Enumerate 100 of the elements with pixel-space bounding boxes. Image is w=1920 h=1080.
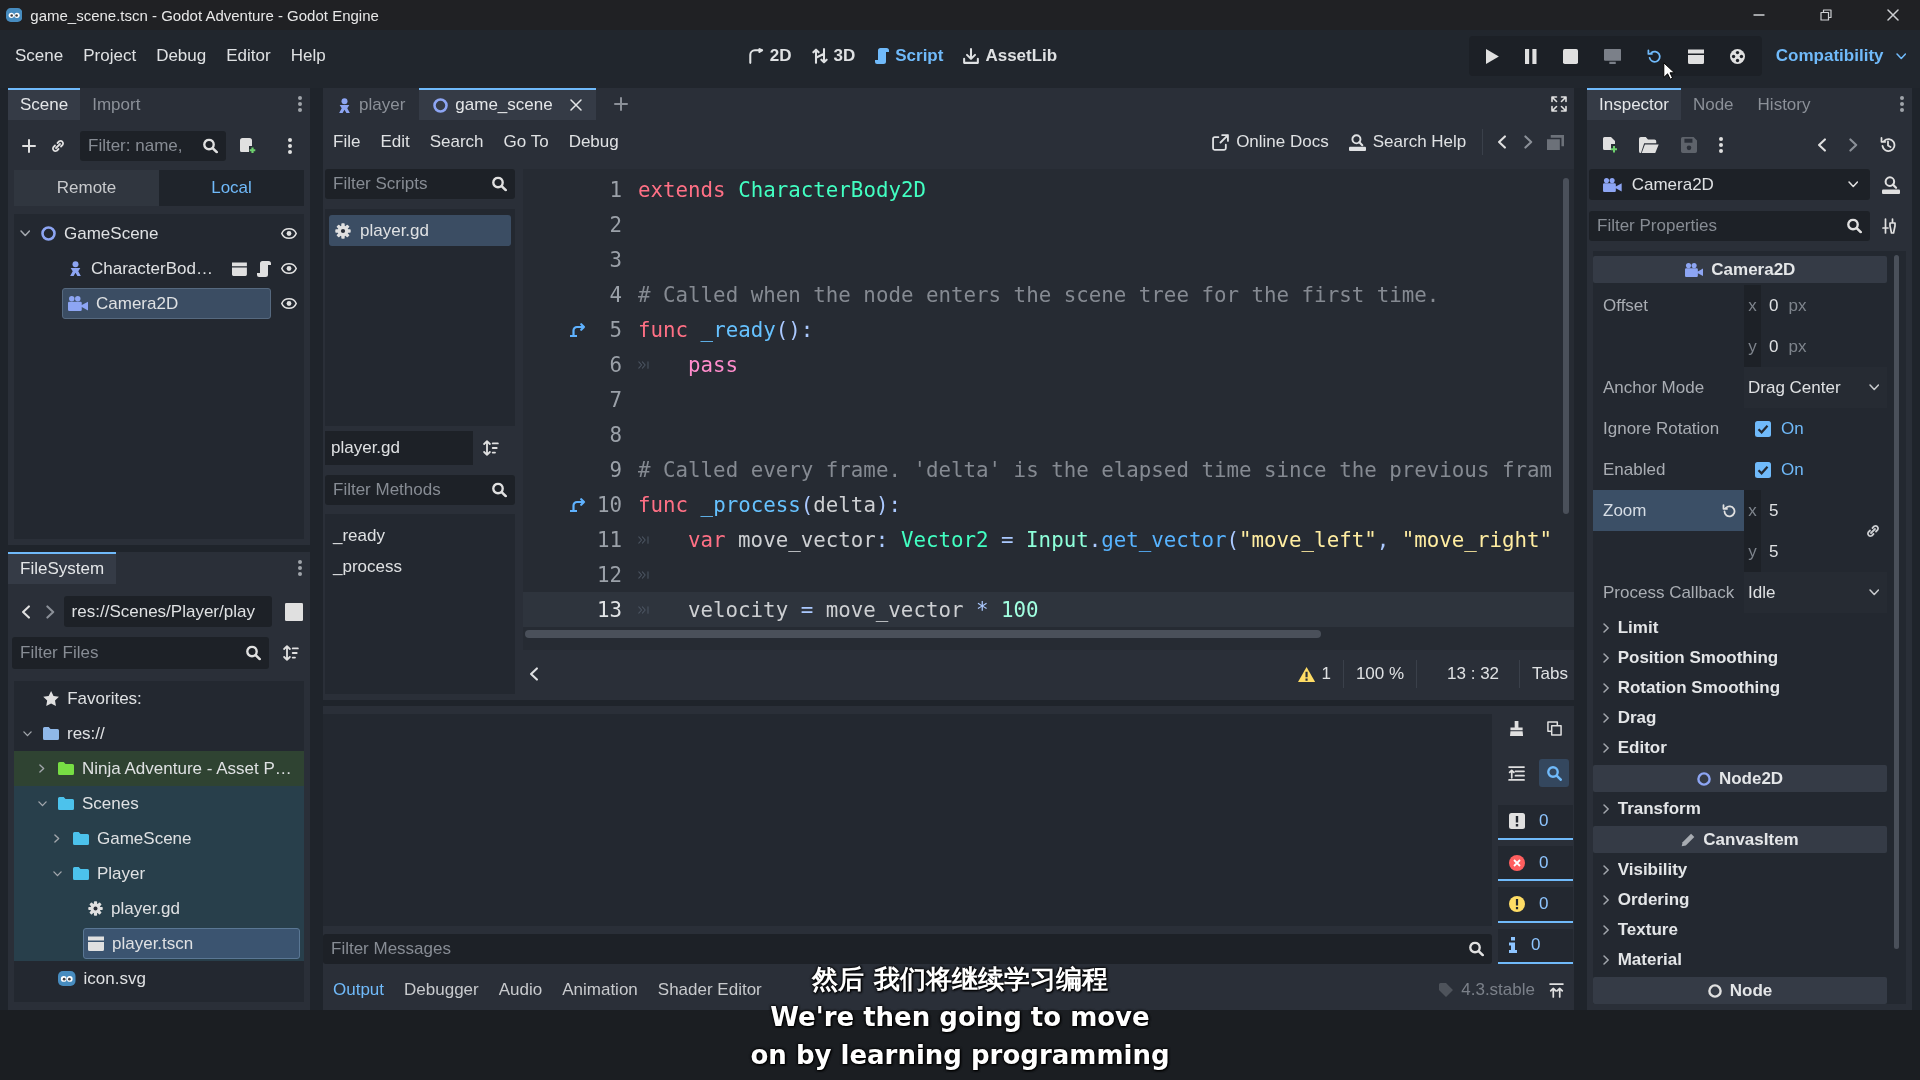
back-icon[interactable] — [1817, 138, 1827, 152]
tree-item[interactable]: player.tscn — [83, 928, 300, 959]
close-icon[interactable] — [569, 99, 582, 111]
panel-tab[interactable]: Audio — [488, 980, 553, 1000]
folder-open-icon[interactable] — [1639, 137, 1659, 153]
bent-arrow-icon[interactable] — [570, 497, 586, 512]
property-group[interactable]: Limit — [1593, 613, 1887, 643]
property-label[interactable]: Ignore Rotation — [1593, 408, 1744, 449]
menu-item[interactable]: Scene — [5, 46, 74, 66]
workspace-tab[interactable]: 3D — [811, 46, 856, 66]
menu-item[interactable]: Edit — [370, 132, 420, 152]
tree-item[interactable]: Favorites: — [38, 683, 300, 714]
toggle-button[interactable]: Remote — [14, 170, 159, 206]
clapperboard-icon[interactable] — [1687, 48, 1704, 64]
restore-icon[interactable] — [1820, 9, 1832, 21]
warnings-button[interactable]: 1 — [1298, 664, 1331, 684]
chevron-down-icon[interactable] — [22, 730, 32, 737]
toggle-button[interactable]: Local — [159, 170, 304, 206]
history-icon[interactable] — [1880, 137, 1896, 153]
kebab-menu-icon[interactable] — [1718, 137, 1723, 153]
property-group[interactable]: Ordering — [1593, 885, 1887, 915]
kebab-menu-icon[interactable] — [298, 96, 302, 112]
panel-tab[interactable]: Debugger — [394, 980, 489, 1000]
warnings-toggle[interactable]: 0 — [1498, 887, 1573, 923]
clapperboard-icon[interactable] — [232, 261, 247, 276]
workspace-tab[interactable]: AssetLib — [963, 46, 1058, 66]
menu-item[interactable]: Editor — [216, 46, 281, 66]
property-label[interactable]: Anchor Mode — [1593, 367, 1744, 408]
dock-tab[interactable]: Inspector — [1587, 88, 1681, 120]
add-tab-icon[interactable] — [613, 97, 628, 111]
eye-icon[interactable] — [281, 228, 297, 239]
reload-icon[interactable] — [1646, 48, 1662, 64]
expand-icon[interactable] — [1551, 96, 1567, 112]
dock-tab[interactable]: Import — [80, 88, 153, 120]
panel-tab[interactable]: Animation — [552, 980, 648, 1000]
kebab-menu-icon[interactable] — [298, 560, 302, 576]
kebab-menu-icon[interactable] — [288, 138, 292, 154]
film-reel-icon[interactable] — [1729, 48, 1745, 64]
property-label[interactable]: Offset — [1593, 285, 1744, 326]
chevron-down-icon[interactable] — [37, 800, 47, 807]
filter-field[interactable]: Filter Messages — [323, 934, 1492, 964]
revert-icon[interactable] — [1722, 503, 1736, 518]
scrollbar[interactable] — [1563, 178, 1569, 514]
dock-tab[interactable]: Scene — [8, 88, 81, 120]
number-field[interactable]: 5 — [1761, 531, 1857, 572]
magnifier-icon[interactable] — [1882, 175, 1900, 194]
property-group[interactable]: Transform — [1593, 794, 1887, 824]
checkbox[interactable]: On — [1744, 449, 1804, 490]
play-icon[interactable] — [1486, 48, 1500, 64]
filter-field[interactable]: Filter Files — [12, 637, 269, 669]
checkbox[interactable]: On — [1744, 408, 1804, 449]
chevron-down-icon[interactable] — [19, 230, 31, 237]
filter-field[interactable]: Filter Properties — [1589, 211, 1870, 241]
tree-item[interactable]: CharacterBod… — [62, 253, 223, 284]
panel-tab[interactable]: Shader Editor — [647, 980, 772, 1000]
property-group[interactable]: Rotation Smoothing — [1593, 673, 1887, 703]
property-group[interactable]: Editor — [1593, 733, 1887, 763]
property-label[interactable]: Process Callback — [1593, 572, 1744, 613]
add-script-icon[interactable] — [240, 138, 256, 154]
menu-item[interactable]: Project — [73, 46, 147, 66]
filter-field[interactable]: Filter Methods — [325, 475, 515, 505]
code-editor[interactable] — [523, 169, 1574, 650]
eye-icon[interactable] — [281, 298, 297, 309]
property-group[interactable]: Texture — [1593, 915, 1887, 945]
square-icon[interactable] — [284, 602, 303, 621]
messages-toggle[interactable]: 0 — [1498, 804, 1573, 841]
property-label[interactable]: Enabled — [1593, 449, 1744, 490]
tree-item[interactable]: icon.svg — [53, 963, 300, 994]
eye-icon[interactable] — [281, 263, 297, 274]
errors-toggle[interactable]: 0 — [1498, 846, 1573, 882]
tree-item[interactable]: res:// — [38, 718, 300, 749]
chevron-right-icon[interactable] — [39, 764, 45, 773]
scrollbar[interactable] — [525, 630, 1321, 638]
close-icon[interactable] — [1887, 9, 1899, 21]
property-group[interactable]: Visibility — [1593, 855, 1887, 885]
menu-item[interactable]: Debug — [558, 132, 629, 152]
workspace-tab[interactable]: 2D — [747, 46, 792, 66]
sort-icon[interactable] — [483, 440, 499, 456]
tree-item[interactable]: Camera2D — [62, 288, 271, 319]
menu-item[interactable]: Search — [419, 132, 494, 152]
sort-icon[interactable] — [283, 645, 299, 661]
new-file-icon[interactable] — [1603, 137, 1617, 153]
menu-item[interactable]: Help — [280, 46, 336, 66]
object-dropdown[interactable]: Camera2D — [1589, 169, 1870, 200]
zoom-button[interactable]: 100 % — [1355, 664, 1405, 684]
editor-tab[interactable]: game_scene — [419, 88, 596, 120]
filter-field[interactable]: Filter Scripts — [325, 169, 515, 199]
link-icon[interactable] — [50, 138, 66, 154]
search-toggle[interactable] — [1539, 759, 1570, 787]
indent-mode-button[interactable]: Tabs — [1532, 664, 1568, 684]
forward-icon[interactable] — [1523, 135, 1533, 149]
chevron-down-icon[interactable] — [52, 870, 62, 877]
chevron-left-icon[interactable] — [529, 667, 539, 681]
forward-icon[interactable] — [46, 604, 56, 619]
property-group[interactable]: Position Smoothing — [1593, 643, 1887, 673]
scrollbar[interactable] — [1894, 255, 1899, 949]
forward-icon[interactable] — [1848, 138, 1858, 152]
script-item[interactable]: player.gd — [329, 215, 511, 246]
stop-icon[interactable] — [1562, 48, 1578, 64]
editor-tab[interactable]: player — [323, 88, 420, 120]
